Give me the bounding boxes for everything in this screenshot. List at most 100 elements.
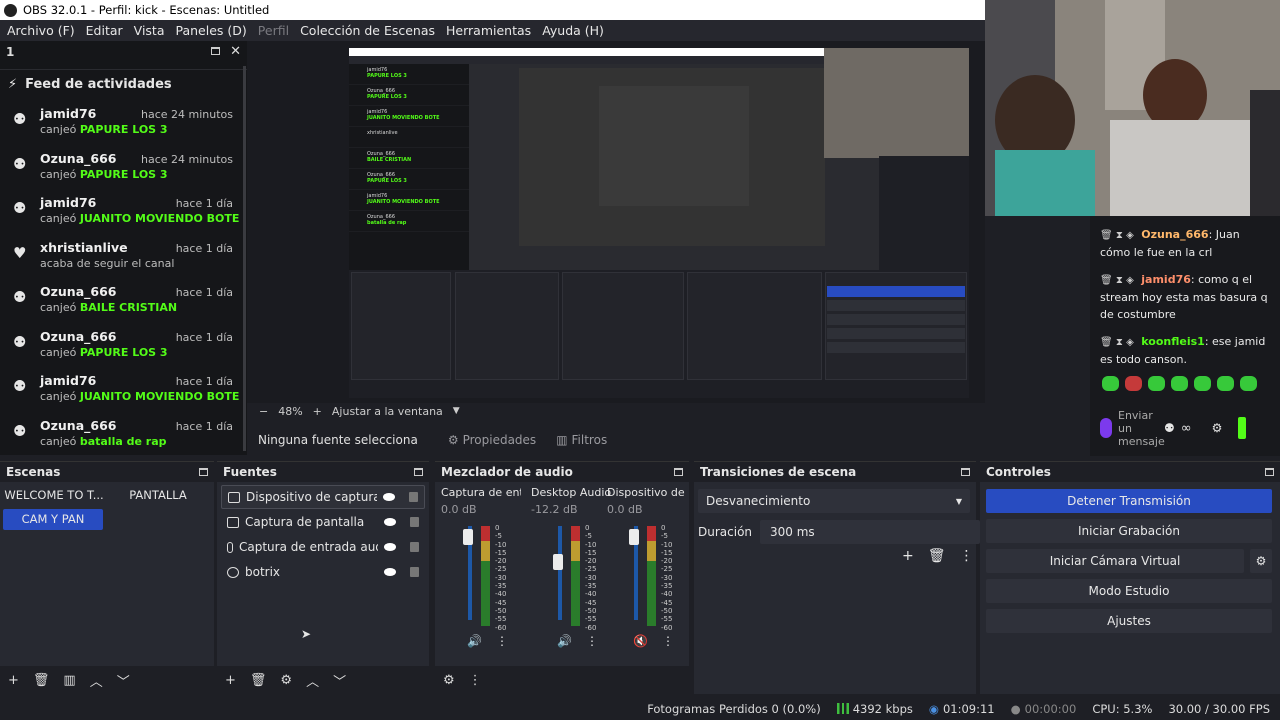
start-virtual-camera-button[interactable]: Iniciar Cámara Virtual [986, 549, 1244, 573]
eye-icon[interactable] [383, 493, 395, 501]
menu-archivo[interactable]: Archivo (F) [4, 23, 83, 38]
add-icon[interactable]: + [8, 673, 19, 688]
emote-icon[interactable] [1194, 376, 1211, 391]
chat-input[interactable]: Enviar un mensaje [1118, 409, 1165, 448]
float-dock-icon[interactable] [211, 47, 221, 55]
speaker-icon[interactable]: 🔊 [467, 634, 482, 648]
transition-select[interactable]: Desvanecimiento ▼ [698, 489, 970, 513]
filters-button[interactable]: ▥ Filtros [556, 433, 607, 447]
status-bar: Fotogramas Perdidos 0 (0.0%) 4392 kbps ◉… [0, 697, 1280, 720]
menu-ayuda[interactable]: Ayuda (H) [539, 23, 612, 38]
feed-scrollbar[interactable] [243, 66, 246, 451]
volume-slider-handle[interactable] [553, 554, 563, 571]
chat-username[interactable]: koonfleis1 [1141, 335, 1205, 348]
menu-vista[interactable]: Vista [131, 23, 173, 38]
send-button[interactable] [1238, 417, 1247, 439]
advanced-audio-icon[interactable]: ⚙ [443, 673, 455, 688]
eye-icon[interactable] [384, 543, 396, 551]
lock-icon[interactable] [410, 542, 419, 552]
volume-slider-track[interactable] [558, 526, 562, 620]
filter-icon[interactable]: ▥ [63, 673, 75, 688]
chat-mic-icon[interactable] [1100, 418, 1112, 438]
zoom-out-button[interactable]: − [259, 405, 268, 418]
studio-mode-button[interactable]: Modo Estudio [986, 579, 1272, 603]
eye-icon[interactable] [384, 518, 396, 526]
chat-username[interactable]: jamid76 [1141, 273, 1191, 286]
chat-panel: 🗑 ⧗ ◈ Ozuna_666: Juan cómo le fue en la … [1090, 216, 1280, 456]
speaker-muted-icon[interactable]: 🔇 [633, 634, 648, 648]
window-titlebar: OBS 32.0.1 - Perfil: kick - Escenas: Unt… [0, 0, 985, 20]
meter-scale-tick: -55 [495, 615, 507, 624]
gear-icon[interactable]: ⚙ [280, 673, 292, 688]
chevron-down-icon[interactable]: ﹀ [117, 671, 130, 690]
speaker-icon[interactable]: 🔊 [557, 634, 572, 648]
feed-time: hace 1 día [175, 197, 233, 210]
duration-input[interactable]: 300 ms [760, 520, 981, 544]
scene-cam-y-pan[interactable]: CAM Y PAN [3, 509, 103, 530]
chat-username[interactable]: Ozuna_666 [1141, 228, 1208, 241]
lock-icon[interactable] [409, 492, 418, 502]
emote-icon[interactable] [1148, 376, 1165, 391]
trash-icon[interactable]: 🗑 [250, 673, 267, 688]
add-icon[interactable]: + [225, 673, 236, 688]
chevron-down-icon: ▼ [955, 496, 962, 506]
menu-herramientas[interactable]: Herramientas [443, 23, 539, 38]
zoom-in-button[interactable]: + [313, 405, 322, 418]
float-dock-icon[interactable] [961, 468, 970, 476]
feed-item: ⚉ jamid76 hace 1 día canjeó JUANITO MOVIEND… [0, 366, 247, 411]
chevron-down-icon[interactable]: ﹀ [333, 671, 346, 690]
menu-dots-icon[interactable]: ⋮ [662, 634, 674, 648]
gear-icon[interactable]: ⚙ [1212, 421, 1223, 435]
emote-icon[interactable] [1125, 376, 1142, 391]
source-item[interactable]: Captura de entrada audio [221, 535, 425, 559]
eye-icon[interactable] [384, 568, 396, 576]
source-item[interactable]: botrix [221, 560, 425, 584]
settings-button[interactable]: Ajustes [986, 609, 1272, 633]
users-icon[interactable]: ⚉ [1164, 421, 1175, 435]
float-dock-icon[interactable] [414, 468, 423, 476]
float-dock-icon[interactable] [674, 468, 683, 476]
menu-perfil[interactable]: Perfil [255, 23, 297, 38]
infinity-icon[interactable]: ∞ [1181, 421, 1192, 436]
menu-coleccion-escenas[interactable]: Colección de Escenas [297, 23, 443, 38]
emote-icon[interactable] [1240, 376, 1257, 391]
chevron-up-icon[interactable]: ︿ [306, 671, 319, 690]
meter-scale-tick: -35 [661, 582, 673, 591]
lock-icon[interactable] [410, 567, 419, 577]
bitrate: 4392 kbps [852, 701, 913, 716]
properties-button[interactable]: ⚙ Propiedades [448, 433, 536, 447]
scene-pantalla[interactable]: PANTALLA [108, 485, 208, 506]
volume-slider-handle[interactable] [463, 528, 473, 545]
menu-editar[interactable]: Editar [83, 23, 131, 38]
fit-to-window[interactable]: Ajustar a la ventana [332, 405, 443, 418]
menu-dots-icon[interactable]: ⋮ [469, 673, 482, 688]
float-dock-icon[interactable] [199, 468, 208, 476]
add-icon[interactable]: + [902, 548, 914, 564]
menu-dots-icon[interactable]: ⋮ [586, 634, 598, 648]
feed-reward: BAILE CRISTIAN [79, 301, 178, 314]
signal-icon [836, 703, 849, 714]
meter-scale-tick: -25 [495, 565, 507, 574]
meter-scale-tick: -5 [661, 532, 668, 541]
gear-icon[interactable]: ⚙ [1250, 549, 1272, 573]
trash-icon[interactable]: 🗑 [33, 673, 50, 688]
chevron-up-icon[interactable]: ︿ [90, 671, 103, 690]
stop-streaming-button[interactable]: Detener Transmisión [986, 489, 1272, 513]
emote-icon[interactable] [1171, 376, 1188, 391]
float-dock-icon[interactable] [1265, 468, 1274, 476]
emote-icon[interactable] [1217, 376, 1234, 391]
trash-icon[interactable]: 🗑 [928, 548, 946, 564]
feed-action-text: canjeó [40, 167, 77, 181]
chevron-down-icon[interactable]: ▼ [453, 406, 460, 416]
menu-paneles[interactable]: Paneles (D) [173, 23, 255, 38]
source-item[interactable]: Dispositivo de captura de v [221, 485, 425, 509]
emote-icon[interactable] [1102, 376, 1119, 391]
lock-icon[interactable] [410, 517, 419, 527]
volume-slider-handle[interactable] [629, 528, 639, 545]
close-icon[interactable]: ✕ [230, 45, 241, 58]
menu-dots-icon[interactable]: ⋮ [496, 634, 508, 648]
menu-dots-icon[interactable]: ⋮ [960, 548, 974, 564]
source-item[interactable]: Captura de pantalla [221, 510, 425, 534]
scene-welcome[interactable]: WELCOME TO T... [4, 485, 104, 506]
start-recording-button[interactable]: Iniciar Grabación [986, 519, 1272, 543]
